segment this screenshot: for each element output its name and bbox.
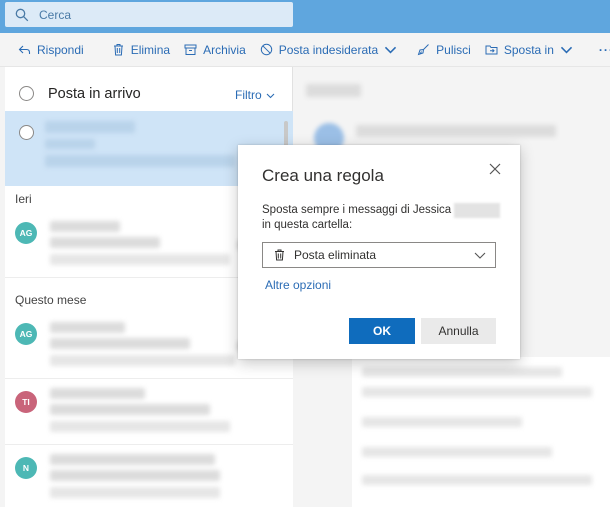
reply-label: Rispondi [37, 42, 84, 57]
dialog-message-line2: in questa cartella: [262, 219, 353, 231]
close-icon[interactable] [488, 162, 502, 176]
redacted-sender [50, 322, 125, 333]
redacted-sender [356, 125, 556, 137]
cancel-button[interactable]: Annulla [421, 318, 496, 344]
reply-icon [18, 45, 31, 54]
archive-button[interactable]: Archivia [184, 43, 246, 57]
redacted-body-line [362, 447, 552, 457]
ok-button[interactable]: OK [349, 318, 415, 344]
redacted-preview [50, 487, 220, 498]
search-box[interactable] [5, 2, 293, 27]
filter-label: Filtro [235, 88, 262, 102]
delete-button[interactable]: Elimina [112, 43, 170, 57]
chevron-down-icon [474, 252, 486, 259]
junk-label: Posta indesiderata [278, 42, 379, 57]
redacted-subject [50, 237, 160, 248]
move-folder-icon [485, 45, 498, 55]
redacted-body-line [362, 417, 522, 427]
redacted-body-line [362, 475, 592, 485]
move-button[interactable]: Sposta in [485, 43, 579, 57]
folder-dropdown-value: Posta eliminata [294, 248, 377, 262]
list-item[interactable]: TI [5, 379, 293, 445]
reply-button[interactable]: Rispondi [18, 43, 84, 57]
redacted-sender [50, 454, 215, 465]
redacted-surname [454, 203, 501, 218]
sweep-button[interactable]: Pulisci [417, 43, 471, 57]
redacted-subject [45, 139, 95, 149]
chevron-down-icon [385, 46, 397, 54]
inbox-title: Posta in arrivo [48, 86, 141, 102]
redacted-sender [45, 121, 135, 133]
avatar: AG [15, 222, 37, 244]
redacted-body-line [362, 367, 562, 377]
create-rule-dialog: Crea una regola Sposta sempre i messaggi… [238, 145, 520, 359]
dialog-message-line1: Sposta sempre i messaggi di Jessica [262, 204, 452, 216]
block-icon [260, 43, 272, 56]
trash-icon [275, 249, 284, 261]
folder-dropdown[interactable]: Posta eliminata [262, 242, 496, 268]
archive-icon [184, 44, 197, 55]
dialog-title: Crea una regola [262, 166, 384, 185]
search-input[interactable] [39, 7, 269, 22]
redacted-preview [50, 254, 230, 265]
command-bar: Rispondi Elimina Archivia Posta indeside… [0, 33, 610, 67]
redacted-subject [50, 338, 190, 349]
message-body [352, 357, 610, 507]
more-options-link[interactable]: Altre opzioni [265, 278, 331, 292]
sweep-label: Pulisci [436, 42, 471, 57]
redacted-subject [50, 404, 210, 415]
filter-button[interactable]: Filtro [235, 88, 275, 102]
junk-button[interactable]: Posta indesiderata [260, 43, 403, 57]
message-list-header: Posta in arrivo Filtro [5, 67, 293, 111]
redacted-subject [306, 84, 361, 97]
trash-icon [113, 44, 123, 56]
chevron-down-icon [266, 93, 275, 98]
list-item[interactable]: N [5, 445, 293, 507]
redacted-sender [50, 388, 145, 399]
chevron-down-icon [560, 46, 573, 54]
avatar: TI [15, 391, 37, 413]
redacted-subject [50, 470, 220, 481]
redacted-preview [50, 421, 230, 432]
message-checkbox[interactable] [19, 125, 34, 140]
section-yesterday: Ieri [15, 192, 32, 206]
avatar: AG [15, 323, 37, 345]
more-actions-button[interactable]: ··· [599, 43, 610, 57]
select-all-checkbox[interactable] [19, 86, 34, 101]
search-icon [15, 8, 29, 21]
redacted-preview [45, 155, 235, 167]
archive-label: Archivia [203, 42, 246, 57]
redacted-sender [50, 221, 120, 232]
dialog-message: Sposta sempre i messaggi di Jessica in q… [262, 203, 502, 233]
delete-label: Elimina [130, 42, 171, 57]
avatar: N [15, 457, 37, 479]
redacted-preview [50, 355, 235, 366]
top-bar [0, 0, 610, 33]
broom-icon [417, 44, 430, 56]
redacted-body-line [362, 387, 592, 397]
move-label: Sposta in [503, 42, 554, 57]
section-this-month: Questo mese [15, 293, 87, 307]
